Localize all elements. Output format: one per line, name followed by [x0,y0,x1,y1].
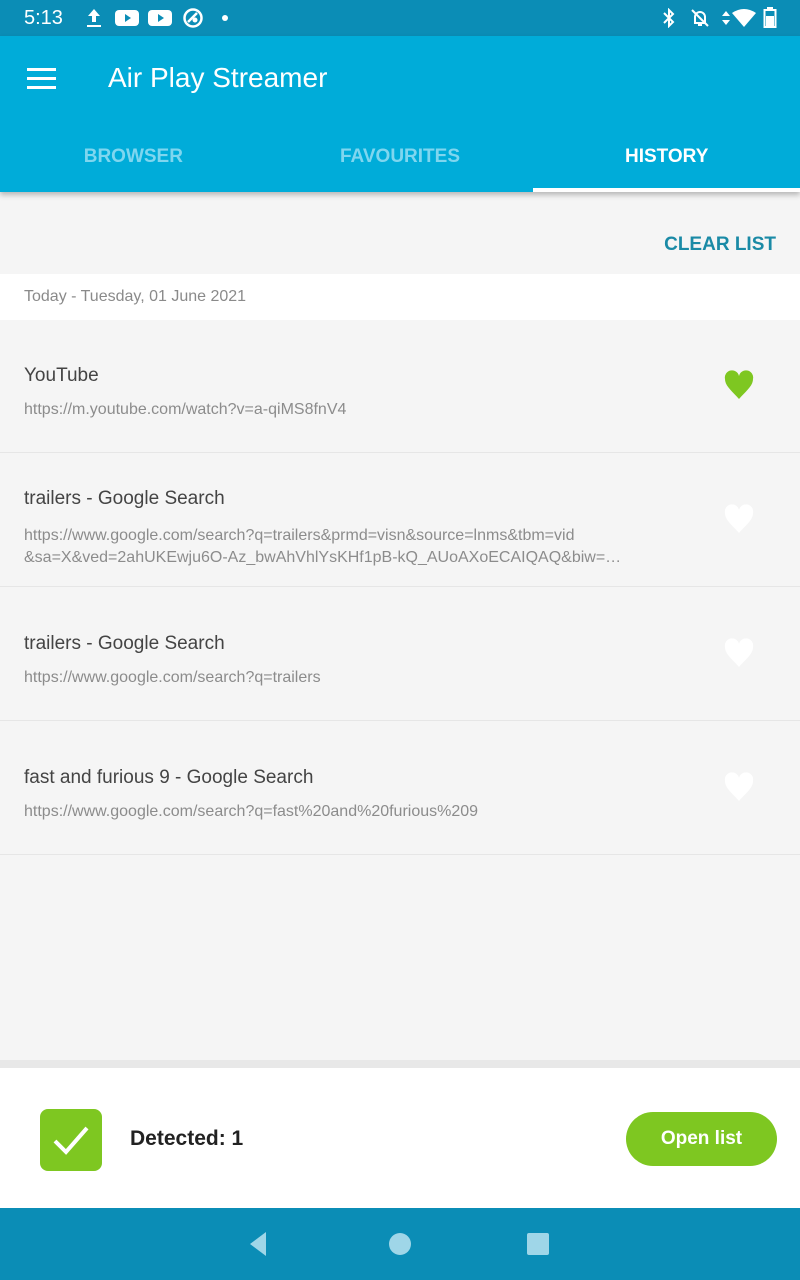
hamburger-menu-icon[interactable] [24,64,60,94]
bluetooth-icon [660,6,678,30]
heart-outline-icon[interactable] [722,503,756,535]
battery-icon [762,6,778,30]
history-item-url: https://www.google.com/search?q=fast%20a… [24,803,479,820]
history-item[interactable]: trailers - Google Search https://www.goo… [0,587,800,721]
history-item[interactable]: fast and furious 9 - Google Search https… [0,721,800,855]
app-bar: Air Play Streamer BROWSER FAVOURITES HIS… [0,36,800,192]
history-item-url: https://m.youtube.com/watch?v=a-qiMS8fnV… [24,401,347,418]
heart-outline-icon[interactable] [722,637,756,669]
app-title: Air Play Streamer [108,62,328,93]
clear-list-button[interactable]: CLEAR LIST [664,234,776,256]
date-header-label: Today - Tuesday, 01 June 2021 [24,288,247,305]
youtube-icon [147,6,173,30]
status-bar: 5:13 [0,0,800,36]
history-item-url: https://www.google.com/search?q=trailers [24,669,321,686]
tab-bar: BROWSER FAVOURITES HISTORY [0,134,800,192]
heart-filled-icon[interactable] [722,369,756,401]
date-section-header: Today - Tuesday, 01 June 2021 [0,274,800,320]
history-item-title: trailers - Google Search [24,633,225,654]
tab-favourites[interactable]: FAVOURITES [267,134,534,192]
youtube-icon [114,6,140,30]
history-item[interactable]: YouTube https://m.youtube.com/watch?v=a-… [0,320,800,453]
detection-panel: Detected: 1 Open list [0,1060,800,1208]
dot-icon [219,6,231,30]
notifications-off-icon [688,6,712,30]
history-item-url-line: &sa=X&ved=2ahUKEwju6O-Az_bwAhVhlYsKHf1pB… [24,549,622,566]
tab-history[interactable]: HISTORY [533,134,800,192]
history-list: YouTube https://m.youtube.com/watch?v=a-… [0,320,800,855]
recents-icon[interactable] [520,1226,556,1262]
heart-outline-icon[interactable] [722,771,756,803]
tab-browser[interactable]: BROWSER [0,134,267,192]
history-item-title: fast and furious 9 - Google Search [24,767,314,788]
history-item-url: https://www.google.com/search?q=trailers… [24,525,664,569]
back-icon[interactable] [240,1226,276,1262]
checkmark-icon [40,1109,102,1171]
history-item[interactable]: trailers - Google Search https://www.goo… [0,453,800,587]
system-nav-bar [0,1208,800,1280]
history-toolbar: CLEAR LIST [0,192,800,274]
upload-icon [84,6,104,30]
history-item-title: YouTube [24,365,99,386]
history-item-title: trailers - Google Search [24,488,225,509]
sync-icon [181,6,205,30]
home-icon[interactable] [382,1226,418,1262]
history-item-url-line: https://www.google.com/search?q=trailers… [24,527,575,544]
open-list-button[interactable]: Open list [626,1112,777,1166]
detected-count-label: Detected: 1 [130,1127,244,1150]
status-time: 5:13 [24,7,63,29]
wifi-icon [731,6,757,30]
